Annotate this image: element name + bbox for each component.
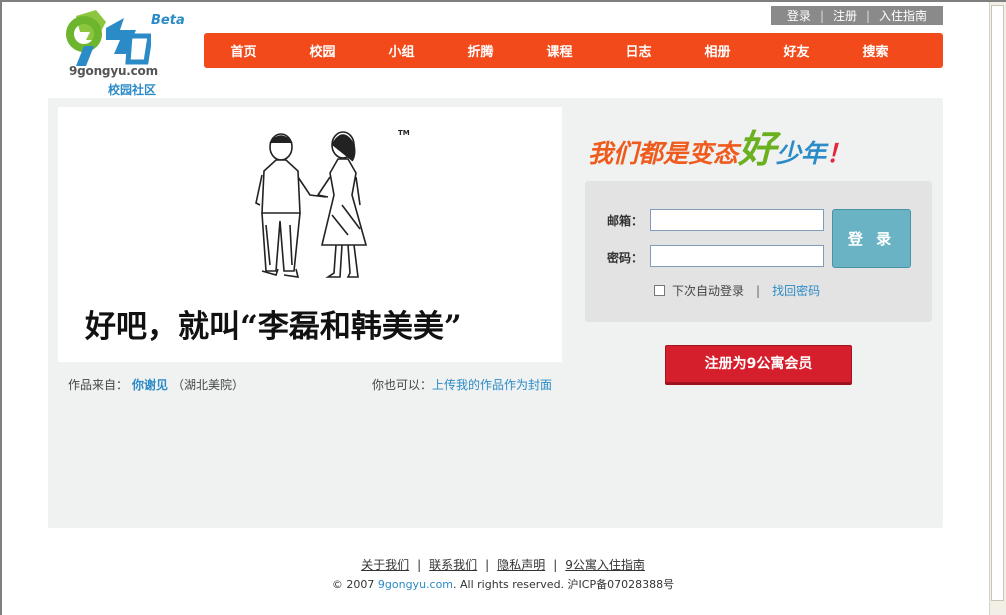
slogan-part4: ！ [826, 139, 852, 168]
remember-row: 下次自动登录 | 找回密码 [654, 282, 820, 299]
nav-item-groups[interactable]: 小组 [362, 41, 441, 60]
top-links-bar: 登录 | 注册 | 入住指南 [771, 6, 943, 25]
vertical-scrollbar[interactable] [989, 2, 1006, 615]
trademark-label: TM [398, 129, 410, 137]
nav-item-tinker[interactable]: 折腾 [441, 41, 520, 60]
nav-item-courses[interactable]: 课程 [520, 41, 599, 60]
window-frame-left [0, 0, 2, 615]
footer-links: 关于我们 | 联系我们 | 隐私声明 | 9公寓入住指南 [0, 556, 1006, 573]
nav-item-friends[interactable]: 好友 [757, 41, 836, 60]
slogan-part2: 好 [738, 127, 777, 171]
logo-mark-icon [66, 10, 151, 66]
nav-item-albums[interactable]: 相册 [678, 41, 757, 60]
top-link-separator: | [819, 8, 824, 23]
footer-separator: | [485, 558, 490, 572]
copyright-site-link[interactable]: 9gongyu.com [378, 578, 453, 591]
cover-artwork: TM 好吧，就叫“李磊和韩美美” [58, 107, 562, 362]
forgot-password-link[interactable]: 找回密码 [772, 282, 820, 299]
email-label: 邮箱： [607, 214, 644, 228]
footer-guide-link[interactable]: 9公寓入住指南 [565, 558, 645, 572]
artwork-credit: 作品来自： 你谢见 （湖北美院） [68, 376, 244, 393]
logo-subtitle: 校园社区 [108, 83, 157, 97]
footer-contact-link[interactable]: 联系我们 [429, 558, 477, 572]
slogan-part3: 少年 [776, 139, 827, 168]
top-login-link[interactable]: 登录 [787, 7, 811, 24]
slogan: 我们都是变态好少年！ [588, 118, 851, 173]
password-label: 密码： [607, 251, 644, 265]
credit-author-link[interactable]: 你谢见 [132, 378, 168, 392]
window-frame-top [0, 0, 1006, 2]
boy-girl-illustration-icon: TM [255, 129, 410, 278]
register-button[interactable]: 注册为9公寓会员 [665, 345, 852, 383]
top-link-separator: | [866, 8, 871, 23]
nav-item-blog[interactable]: 日志 [599, 41, 678, 60]
top-register-link[interactable]: 注册 [833, 7, 857, 24]
upload-prefix: 你也可以： [371, 378, 432, 392]
site-logo[interactable]: Beta 9gongyu.com 校园社区 [66, 10, 186, 98]
footer-about-link[interactable]: 关于我们 [361, 558, 409, 572]
nav-item-home[interactable]: 首页 [204, 41, 283, 60]
slogan-part1: 我们都是变态 [588, 139, 739, 168]
email-field[interactable] [650, 209, 824, 231]
copyright-text: © 2007 9gongyu.com. All rights reserved.… [0, 576, 1006, 592]
login-button[interactable]: 登 录 [832, 209, 911, 268]
remember-label[interactable]: 下次自动登录 [672, 282, 744, 299]
remember-checkbox[interactable] [654, 285, 665, 296]
nav-item-search[interactable]: 搜索 [836, 41, 915, 60]
artwork-caption: 好吧，就叫“李磊和韩美美” [85, 309, 462, 345]
password-field[interactable] [650, 245, 824, 267]
footer-separator: | [417, 558, 422, 572]
credit-school: （湖北美院） [172, 378, 245, 392]
top-guide-link[interactable]: 入住指南 [879, 7, 927, 24]
beta-label: Beta [151, 13, 185, 28]
upload-prompt: 你也可以：上传我的作品作为封面 [372, 376, 552, 393]
remember-separator: | [756, 283, 761, 298]
scrollbar-thumb[interactable] [991, 5, 1004, 601]
logo-domain: 9gongyu.com [69, 64, 158, 78]
copyright-suffix: . All rights reserved. 沪ICP备07028388号 [453, 578, 675, 591]
main-nav: 首页 校园 小组 折腾 课程 日志 相册 好友 搜索 [204, 33, 943, 68]
nav-item-campus[interactable]: 校园 [283, 41, 362, 60]
credit-prefix: 作品来自： [68, 378, 129, 392]
footer-privacy-link[interactable]: 隐私声明 [497, 558, 545, 572]
upload-cover-link[interactable]: 上传我的作品作为封面 [432, 378, 552, 392]
footer-separator: | [553, 558, 558, 572]
copyright-prefix: © 2007 [331, 578, 378, 591]
